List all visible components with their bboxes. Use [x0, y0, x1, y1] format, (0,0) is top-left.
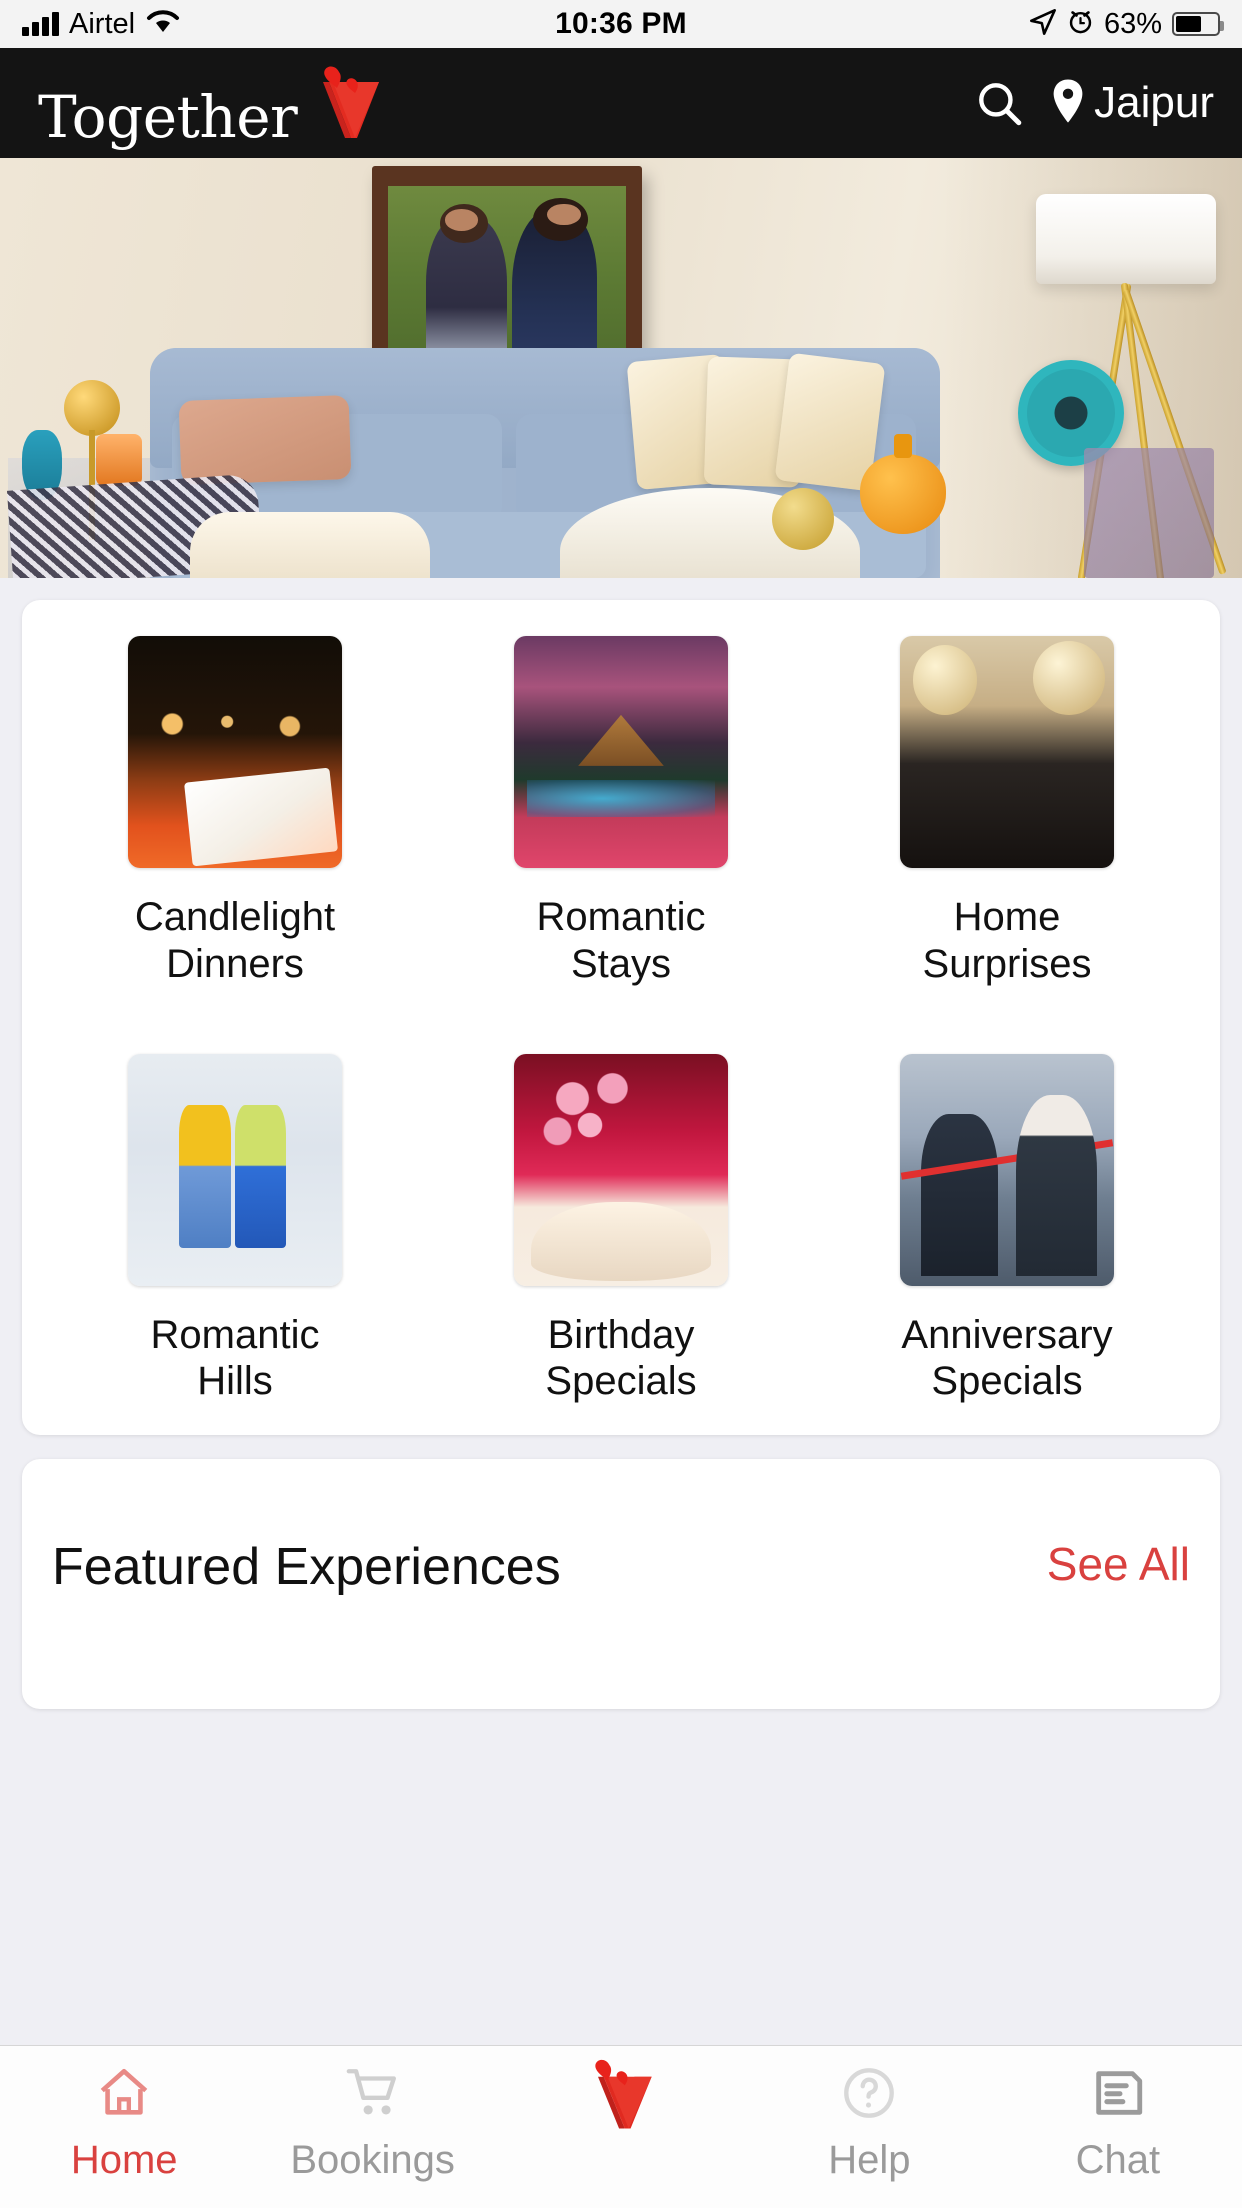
featured-experiences-title: Featured Experiences [52, 1538, 561, 1597]
app-screen: Airtel 10:36 PM 63% Together Jaipur Cand… [0, 0, 1242, 2208]
category-item-birthday-specials[interactable]: Birthday Specials [428, 1053, 814, 1406]
tab-bookings[interactable]: Bookings [248, 2060, 496, 2183]
birthday-special-thumb [514, 1053, 728, 1286]
app-logo[interactable]: Together [38, 60, 395, 146]
chat-document-icon [1087, 2060, 1149, 2126]
category-item-candlelight-dinners[interactable]: Candlelight Dinners [42, 636, 428, 988]
category-label: Anniversary Specials [901, 1312, 1113, 1404]
search-icon[interactable] [974, 78, 1024, 128]
bottom-tab-bar: Home Bookings Help Chat [0, 2045, 1242, 2208]
red-ribbon [900, 1138, 1114, 1180]
location-selector[interactable]: Jaipur [1050, 78, 1214, 129]
floor-lamp-shade [1036, 194, 1216, 284]
app-logo-text: Together [38, 83, 298, 151]
orange-candle [96, 434, 142, 486]
category-label: Candlelight Dinners [134, 895, 336, 986]
romantic-stay-thumb [514, 636, 728, 868]
app-header-actions: Jaipur [974, 78, 1214, 129]
cream-throw-blanket [190, 512, 430, 578]
romantic-hills-thumb [128, 1053, 342, 1286]
status-bar: Airtel 10:36 PM 63% [0, 0, 1242, 48]
see-all-link[interactable]: See All [1047, 1537, 1190, 1591]
category-grid-row-2: Romantic Hills Birthday Specials Anniver… [42, 1053, 1200, 1406]
category-item-home-surprises[interactable]: Home Surprises [814, 636, 1200, 988]
tab-togetherv-home[interactable] [497, 2059, 745, 2138]
app-header: Together Jaipur [0, 48, 1242, 158]
gold-table-lamp [64, 380, 120, 540]
rose-pillow [178, 395, 352, 485]
home-surprise-thumb [900, 636, 1114, 868]
category-card: Candlelight Dinners Romantic Stays Home … [22, 600, 1220, 1436]
category-item-romantic-hills[interactable]: Romantic Hills [42, 1053, 428, 1406]
tab-home[interactable]: Home [0, 2060, 248, 2183]
amber-glass-vase [860, 434, 946, 534]
tab-chat[interactable]: Chat [994, 2060, 1242, 2183]
v-heart-logo-icon [575, 2059, 667, 2129]
category-item-romantic-stays[interactable]: Romantic Stays [428, 636, 814, 988]
question-circle-icon [838, 2060, 900, 2126]
tab-help[interactable]: Help [745, 2060, 993, 2183]
category-label: Romantic Hills [150, 1312, 320, 1404]
category-label: Home Surprises [922, 895, 1092, 986]
candlelight-dinner-thumb [128, 636, 342, 868]
location-pin-icon [1050, 78, 1086, 129]
shopping-cart-icon [342, 2060, 404, 2126]
featured-experiences-section: Featured Experiences See All [22, 1459, 1220, 1710]
tab-label: Help [828, 2138, 911, 2182]
status-bar-time: 10:36 PM [555, 7, 687, 40]
tab-label: Home [70, 2138, 178, 2182]
gold-decor-ball [772, 488, 834, 550]
category-grid-row-1: Candlelight Dinners Romantic Stays Home … [42, 636, 1200, 988]
category-label: Birthday Specials [545, 1312, 697, 1404]
anniversary-special-thumb [900, 1053, 1114, 1286]
tab-label: Chat [1075, 2138, 1161, 2182]
tab-label: Bookings [290, 2138, 455, 2182]
location-label: Jaipur [1094, 78, 1214, 127]
category-label: Romantic Stays [536, 895, 706, 986]
side-table-right [1084, 448, 1214, 578]
hero-banner[interactable] [0, 158, 1242, 578]
v-heart-logo-icon [299, 60, 395, 146]
battery-icon [1172, 12, 1224, 36]
category-item-anniversary-specials[interactable]: Anniversary Specials [814, 1053, 1200, 1406]
photo-person-right-face [547, 203, 581, 225]
photo-person-left-face [445, 209, 479, 231]
home-icon [93, 2060, 155, 2126]
